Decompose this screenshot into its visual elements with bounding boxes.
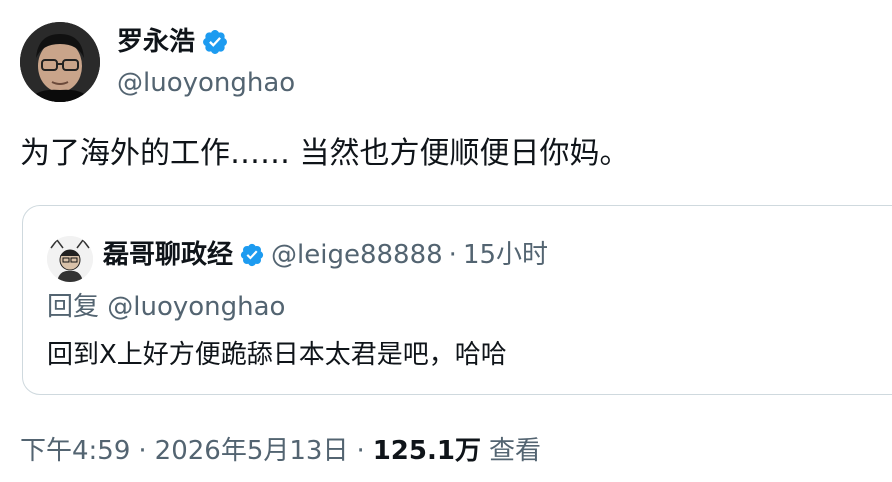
quoted-time[interactable]: 15小时	[463, 238, 548, 272]
meta-separator-2: ·	[356, 436, 365, 466]
quoted-display-name[interactable]: 磊哥聊政经	[103, 238, 233, 272]
quoted-reply-to[interactable]: 回复 @luoyonghao	[47, 290, 285, 324]
author-display-name[interactable]: 罗永浩	[117, 26, 195, 58]
quoted-verified-badge-icon[interactable]	[239, 242, 265, 268]
views-count: 125.1万	[372, 436, 481, 466]
tweet-date[interactable]: 2026年5月13日	[155, 434, 349, 468]
meta-separator-1: ·	[138, 436, 147, 466]
avatar[interactable]	[20, 22, 100, 102]
tweet-meta: 下午4:59 · 2026年5月13日 · 125.1万 查看	[20, 434, 541, 468]
author-name-row: 罗永浩	[117, 26, 229, 58]
views-label[interactable]: 查看	[489, 434, 541, 468]
author-handle[interactable]: @luoyonghao	[117, 66, 295, 100]
quoted-header: 磊哥聊政经 @leige88888 · 15小时	[103, 238, 548, 272]
tweet-text: 为了海外的工作…… 当然也方便顺便日你妈。	[20, 136, 630, 171]
quoted-separator: ·	[448, 240, 457, 270]
tweet: 罗永浩 @luoyonghao 为了海外的工作…… 当然也方便顺便日你妈。 磊哥…	[0, 0, 892, 482]
quoted-text: 回到X上好方便跪舔日本太君是吧，哈哈	[47, 340, 507, 370]
quoted-tweet-card[interactable]: 磊哥聊政经 @leige88888 · 15小时 回复 @luoyonghao …	[22, 205, 892, 395]
quoted-avatar[interactable]	[47, 236, 93, 282]
verified-badge-icon[interactable]	[201, 28, 229, 56]
quoted-handle[interactable]: @leige88888	[271, 238, 443, 272]
tweet-time[interactable]: 下午4:59	[20, 434, 130, 468]
